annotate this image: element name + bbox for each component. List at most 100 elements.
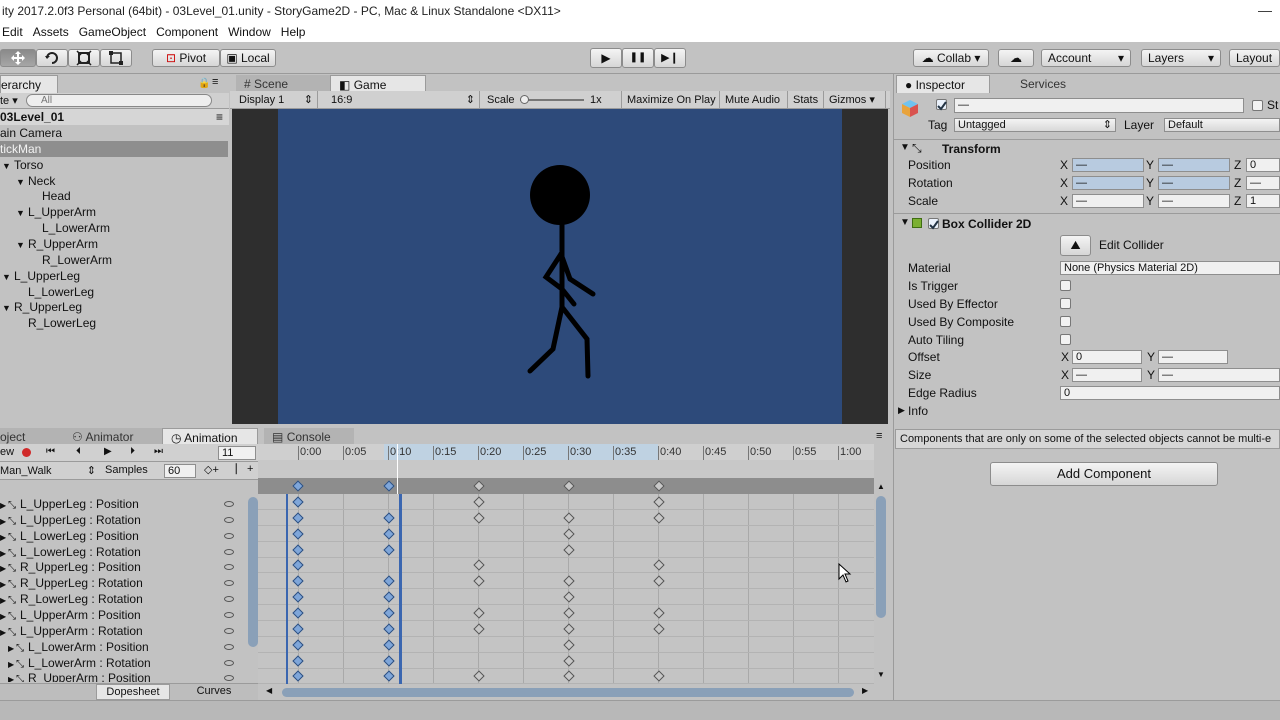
- tab-curves[interactable]: Curves: [172, 684, 256, 700]
- property-toggle-icon[interactable]: [224, 564, 234, 571]
- property-expand-icon[interactable]: ▶: [0, 514, 8, 528]
- minimize-icon[interactable]: —: [1258, 0, 1272, 20]
- step-button[interactable]: ▶❙: [654, 48, 686, 68]
- scroll-right-icon[interactable]: ▶: [862, 686, 868, 695]
- hierarchy-item[interactable]: L_LowerArm: [0, 220, 228, 236]
- keyframe[interactable]: [292, 512, 304, 524]
- keyframe[interactable]: [473, 575, 485, 587]
- animation-property-row[interactable]: ▶ ⤡ L_LowerLeg : Position: [0, 528, 250, 544]
- animation-property-row[interactable]: ▶ ⤡ L_UpperArm : Position: [0, 607, 250, 623]
- animation-property-row[interactable]: ▶ ⤡ L_LowerArm : Position: [0, 639, 250, 655]
- keyframe[interactable]: [563, 623, 575, 635]
- property-expand-icon[interactable]: ▶: [0, 498, 8, 512]
- record-icon[interactable]: [22, 448, 31, 457]
- scroll-left-icon[interactable]: ◀: [266, 686, 272, 695]
- keyframe[interactable]: [563, 543, 575, 556]
- keyframe[interactable]: [563, 670, 575, 683]
- playhead[interactable]: [397, 444, 398, 494]
- property-toggle-icon[interactable]: [224, 659, 234, 666]
- keyframe[interactable]: [473, 559, 485, 572]
- gizmos-dropdown[interactable]: Gizmos ▾: [824, 91, 886, 109]
- stats-toggle[interactable]: Stats: [788, 91, 824, 109]
- keyframe[interactable]: [383, 607, 395, 619]
- animation-property-row[interactable]: ▶ ⤡ R_UpperLeg : Rotation: [0, 575, 250, 591]
- property-expand-icon[interactable]: ▶: [0, 625, 8, 639]
- selection-bound-left[interactable]: [286, 494, 288, 684]
- animation-panel-menu-icon[interactable]: ≡: [876, 430, 882, 442]
- keyframe[interactable]: [292, 543, 304, 556]
- animation-property-row[interactable]: ▶ ⤡ L_UpperLeg : Rotation: [0, 512, 250, 528]
- expand-arrow-icon[interactable]: ▼: [2, 158, 14, 174]
- collider-collapse-icon[interactable]: ▼: [900, 217, 910, 228]
- menu-window[interactable]: Window: [228, 22, 271, 42]
- property-list-scrollbar[interactable]: [248, 497, 258, 647]
- move-tool-button[interactable]: [0, 49, 36, 67]
- used-by-effector-checkbox[interactable]: [1060, 298, 1071, 309]
- create-dropdown[interactable]: te ▾: [0, 94, 18, 107]
- animation-property-row[interactable]: ▶ ⤡ R_UpperArm : Position: [0, 670, 250, 682]
- property-toggle-icon[interactable]: [224, 611, 234, 618]
- hierarchy-item[interactable]: R_LowerArm: [0, 252, 228, 268]
- scale-slider-thumb[interactable]: [520, 95, 529, 104]
- transform-position-z-field[interactable]: 0: [1246, 158, 1280, 172]
- property-toggle-icon[interactable]: [224, 596, 234, 603]
- is-trigger-checkbox[interactable]: [1060, 280, 1071, 291]
- keyframe[interactable]: [563, 638, 575, 651]
- used-by-composite-checkbox[interactable]: [1060, 316, 1071, 327]
- scene-menu-icon[interactable]: ≡: [216, 109, 223, 125]
- pause-button[interactable]: ❚❚: [622, 48, 654, 68]
- aspect-dropdown[interactable]: 16:9 ⇕: [326, 91, 480, 109]
- tab-hierarchy[interactable]: erarchy: [0, 75, 58, 93]
- add-component-button[interactable]: Add Component: [990, 462, 1218, 486]
- keyframe[interactable]: [653, 512, 665, 524]
- keyframe[interactable]: [473, 670, 485, 683]
- animation-property-row[interactable]: ▶ ⤡ L_LowerArm : Rotation: [0, 655, 250, 671]
- transform-scale-z-field[interactable]: 1: [1246, 194, 1280, 208]
- keyframe[interactable]: [383, 654, 395, 667]
- property-toggle-icon[interactable]: [224, 516, 234, 523]
- keyframe[interactable]: [563, 654, 575, 667]
- keyframe[interactable]: [383, 638, 395, 651]
- keyframe[interactable]: [473, 512, 485, 524]
- property-expand-icon[interactable]: ▶: [0, 530, 8, 544]
- transform-position-x-field[interactable]: —: [1072, 158, 1144, 172]
- animation-property-row[interactable]: ▶ ⤡ L_LowerLeg : Rotation: [0, 544, 250, 560]
- transform-scale-y-field[interactable]: —: [1158, 194, 1230, 208]
- account-dropdown[interactable]: Account ▾: [1041, 49, 1131, 67]
- dopesheet-vscroll-thumb[interactable]: [876, 496, 886, 618]
- keyframe[interactable]: [292, 623, 304, 635]
- property-toggle-icon[interactable]: [224, 501, 234, 507]
- offset-x-field[interactable]: 0: [1072, 350, 1142, 364]
- keyframe[interactable]: [292, 496, 304, 508]
- selection-bound-right[interactable]: [399, 494, 402, 684]
- menu-component[interactable]: Component: [156, 22, 218, 42]
- edit-collider-button[interactable]: ⛰: [1060, 235, 1091, 256]
- material-field[interactable]: None (Physics Material 2D): [1060, 261, 1280, 275]
- keyframe[interactable]: [383, 623, 395, 635]
- panel-menu-icon[interactable]: ≡: [212, 76, 218, 88]
- animation-property-row[interactable]: ▶ ⤡ L_UpperArm : Rotation: [0, 623, 250, 639]
- keyframe[interactable]: [292, 559, 304, 572]
- transform-header[interactable]: ▼ ⤡ Transform: [894, 139, 1280, 157]
- keyframe[interactable]: [653, 575, 665, 587]
- edge-radius-field[interactable]: 0: [1060, 386, 1280, 400]
- keyframe[interactable]: [292, 575, 304, 587]
- property-toggle-icon[interactable]: [224, 627, 234, 634]
- keyframe[interactable]: [383, 591, 395, 603]
- animation-property-row[interactable]: ▶ ⤡ R_UpperLeg : Position: [0, 559, 250, 575]
- rect-tool-button[interactable]: [100, 49, 132, 67]
- pivot-toggle[interactable]: ⊡ Pivot: [152, 49, 220, 67]
- transform-rotation-x-field[interactable]: —: [1072, 176, 1144, 190]
- collider-enabled-checkbox[interactable]: [928, 218, 939, 230]
- next-keyframe-icon[interactable]: ⏵: [130, 446, 135, 457]
- property-toggle-icon[interactable]: [224, 532, 234, 539]
- lock-icon[interactable]: 🔒: [198, 78, 210, 89]
- layer-dropdown[interactable]: Default: [1164, 118, 1280, 132]
- hierarchy-item[interactable]: ▼ R_UpperArm: [0, 236, 228, 252]
- keyframe[interactable]: [383, 543, 395, 556]
- offset-y-field[interactable]: —: [1158, 350, 1228, 364]
- maximize-toggle[interactable]: Maximize On Play: [622, 91, 720, 109]
- gameobject-name-field[interactable]: —: [954, 98, 1244, 113]
- active-checkbox[interactable]: [936, 99, 947, 111]
- hierarchy-item[interactable]: ▼ L_UpperArm: [0, 204, 228, 220]
